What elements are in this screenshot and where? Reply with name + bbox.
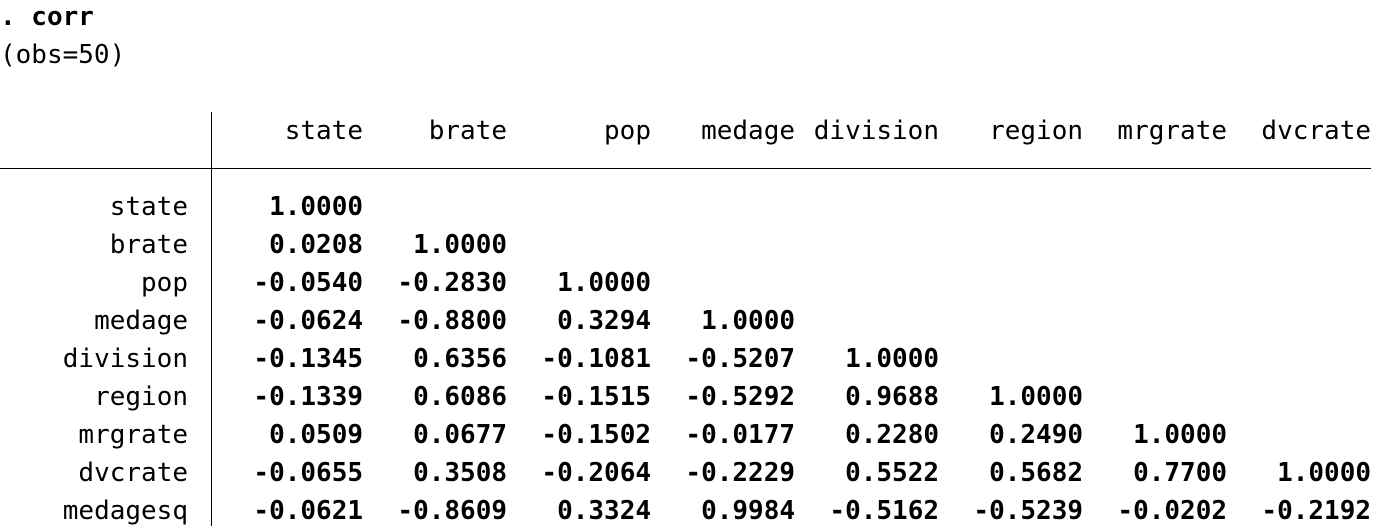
cell-mrgrate-brate: 0.0677 [413, 420, 507, 450]
cell-dvcrate-mrgrate: 0.7700 [1133, 458, 1227, 488]
table-row-mrgrate: mrgrate 0.0509 0.0677 -0.1502 -0.0177 0.2280 0… [0, 416, 1377, 454]
cell-medagesq-brate: -0.8609 [397, 496, 507, 526]
table-row-brate: brate 0.0208 1.0000 [0, 226, 1377, 264]
row-label-state: state [109, 192, 188, 222]
cell-division-medage: -0.5207 [685, 344, 795, 374]
column-header-region: region [989, 116, 1083, 146]
cell-region-division: 0.9688 [845, 382, 939, 412]
cell-medagesq-mrgrate: -0.0202 [1117, 496, 1227, 526]
cell-mrgrate-pop: -0.1502 [541, 420, 651, 450]
cell-pop-state: -0.0540 [253, 268, 363, 298]
cell-region-medage: -0.5292 [685, 382, 795, 412]
column-header-mrgrate: mrgrate [1117, 116, 1227, 146]
column-header-brate: brate [428, 116, 507, 146]
cell-region-region: 1.0000 [989, 382, 1083, 412]
row-label-division: division [62, 344, 188, 374]
cell-medage-brate: -0.8800 [397, 306, 507, 336]
cell-medagesq-division: -0.5162 [829, 496, 939, 526]
row-label-pop: pop [141, 268, 188, 298]
column-header-state: state [284, 116, 363, 146]
row-label-medage: medage [94, 306, 188, 336]
table-row-division: division -0.1345 0.6356 -0.1081 -0.5207 1.000… [0, 340, 1377, 378]
cell-mrgrate-region: 0.2490 [989, 420, 1083, 450]
cell-region-state: -0.1339 [253, 382, 363, 412]
cell-division-pop: -0.1081 [541, 344, 651, 374]
table-row-medage: medage -0.0624 -0.8800 0.3294 1.0000 [0, 302, 1377, 340]
cell-division-division: 1.0000 [845, 344, 939, 374]
cell-medagesq-pop: 0.3324 [557, 496, 651, 526]
cell-dvcrate-pop: -0.2064 [541, 458, 651, 488]
cell-pop-brate: -0.2830 [397, 268, 507, 298]
cell-mrgrate-division: 0.2280 [845, 420, 939, 450]
row-label-dvcrate: dvcrate [78, 458, 188, 488]
cell-mrgrate-state: 0.0509 [269, 420, 363, 450]
cell-medagesq-region: -0.5239 [973, 496, 1083, 526]
cell-medagesq-dvcrate: -0.2192 [1261, 496, 1371, 526]
cell-brate-brate: 1.0000 [413, 230, 507, 260]
cell-division-brate: 0.6356 [413, 344, 507, 374]
column-header-division: division [813, 116, 939, 146]
table-row-state: state 1.0000 [0, 188, 1377, 226]
cell-dvcrate-state: -0.0655 [253, 458, 363, 488]
row-label-brate: brate [109, 230, 188, 260]
cell-dvcrate-region: 0.5682 [989, 458, 1083, 488]
cell-dvcrate-dvcrate: 1.0000 [1277, 458, 1371, 488]
cell-medage-medage: 1.0000 [701, 306, 795, 336]
command-line: . corr [0, 2, 94, 32]
cell-division-state: -0.1345 [253, 344, 363, 374]
cell-mrgrate-mrgrate: 1.0000 [1133, 420, 1227, 450]
cell-region-brate: 0.6086 [413, 382, 507, 412]
column-header-dvcrate: dvcrate [1261, 116, 1371, 146]
row-label-region: region [94, 382, 188, 412]
cell-state-state: 1.0000 [269, 192, 363, 222]
cell-dvcrate-medage: -0.2229 [685, 458, 795, 488]
table-row-region: region -0.1339 0.6086 -0.1515 -0.5292 0.9688 1… [0, 378, 1377, 416]
cell-brate-state: 0.0208 [269, 230, 363, 260]
obs-count: (obs=50) [0, 40, 126, 70]
cell-medage-state: -0.0624 [253, 306, 363, 336]
cell-mrgrate-medage: -0.0177 [685, 420, 795, 450]
row-label-medagesq: medagesq [62, 496, 188, 526]
column-header-medage: medage [701, 116, 795, 146]
cell-medage-pop: 0.3294 [557, 306, 651, 336]
cell-region-pop: -0.1515 [541, 382, 651, 412]
row-label-mrgrate: mrgrate [78, 420, 188, 450]
cell-medagesq-state: -0.0621 [253, 496, 363, 526]
cell-medagesq-medage: 0.9984 [701, 496, 795, 526]
column-header-pop: pop [604, 116, 651, 146]
table-row-pop: pop -0.0540 -0.2830 1.0000 [0, 264, 1377, 302]
cell-dvcrate-division: 0.5522 [845, 458, 939, 488]
table-horizontal-divider [0, 168, 1371, 169]
cell-dvcrate-brate: 0.3508 [413, 458, 507, 488]
column-header-row: state brate pop medage division region mrgrate… [0, 112, 1377, 150]
table-row-medagesq: medagesq -0.0621 -0.8609 0.3324 0.9984 -0.516… [0, 492, 1377, 530]
cell-pop-pop: 1.0000 [557, 268, 651, 298]
table-row-dvcrate: dvcrate -0.0655 0.3508 -0.2064 -0.2229 0.5522… [0, 454, 1377, 492]
